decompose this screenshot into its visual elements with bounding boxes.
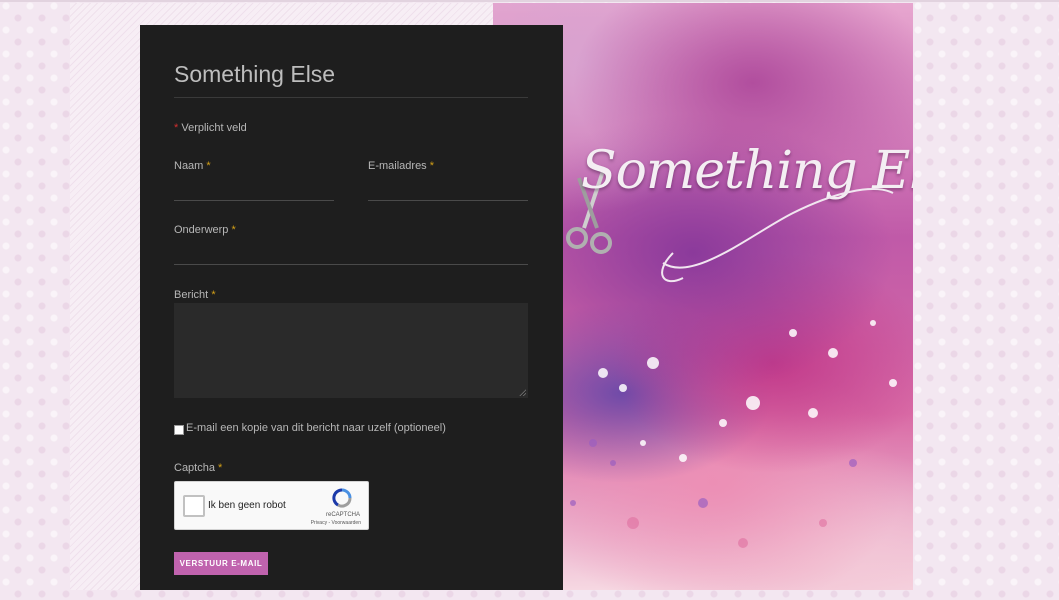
subject-label-text: Onderwerp (174, 224, 229, 236)
required-star: * (231, 224, 236, 236)
recaptcha-checkbox-label: Ik ben geen robot (208, 500, 286, 511)
required-star: * (174, 122, 179, 134)
required-star: * (429, 160, 435, 172)
copy-email-label: E-mail een kopie van dit bericht naar uz… (186, 422, 446, 434)
title-divider (174, 97, 528, 98)
top-border (0, 0, 1059, 2)
required-star: * (206, 160, 211, 172)
recaptcha-brand: reCAPTCHA (325, 512, 360, 518)
message-label: Bericht * (174, 289, 216, 301)
email-input[interactable] (368, 200, 528, 201)
resize-handle-icon[interactable] (519, 389, 526, 396)
email-label: E-mailadres * (368, 160, 434, 172)
send-email-button[interactable]: VERSTUUR E-MAIL (174, 552, 268, 575)
name-label: Naam * (174, 160, 211, 172)
email-label-text: E-mailadres (368, 160, 427, 172)
message-label-text: Bericht (174, 289, 209, 301)
contact-form-panel: Something Else * Verplicht veld Naam * E… (140, 25, 563, 590)
name-input[interactable] (174, 200, 334, 201)
required-star: * (211, 289, 216, 301)
message-textarea[interactable] (174, 303, 528, 398)
form-title: Something Else (174, 61, 336, 87)
recaptcha-links[interactable]: Privacy - Voorwaarden (311, 520, 361, 526)
subject-input[interactable] (174, 264, 528, 265)
name-label-text: Naam (174, 160, 204, 172)
recaptcha-logo-icon (332, 488, 352, 513)
required-note-text: Verplicht veld (181, 122, 247, 134)
required-note: * Verplicht veld (174, 122, 247, 134)
recaptcha-widget: Ik ben geen robot reCAPTCHA Privacy - Vo… (174, 481, 369, 530)
recaptcha-checkbox[interactable] (183, 495, 205, 517)
subject-label: Onderwerp * (174, 224, 236, 236)
required-star: * (218, 462, 223, 474)
captcha-label-text: Captcha (174, 462, 215, 474)
captcha-label: Captcha * (174, 462, 222, 474)
copy-email-checkbox[interactable] (174, 425, 184, 435)
